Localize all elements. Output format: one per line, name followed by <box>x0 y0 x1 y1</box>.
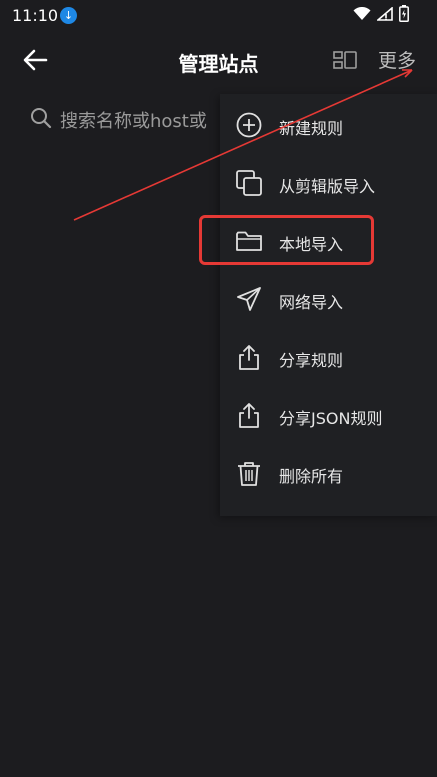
menu-item-delete-all[interactable]: 删除所有 <box>220 444 437 502</box>
menu-item-share-rule[interactable]: 分享规则 <box>220 328 437 386</box>
overflow-menu: 新建规则 从剪辑版导入 本地导入 网络导入 分享规则 分享JSON规则 删除所有 <box>220 94 437 516</box>
menu-item-label: 分享规则 <box>279 351 344 370</box>
plus-circle-icon <box>236 112 262 138</box>
search-icon <box>31 108 52 129</box>
page-title: 管理站点 <box>178 52 259 76</box>
menu-item-label: 分享JSON规则 <box>279 409 383 428</box>
download-icon: ↓ <box>60 7 77 24</box>
menu-item-label: 从剪辑版导入 <box>279 177 376 196</box>
share-icon <box>239 403 259 428</box>
status-icons <box>353 5 409 22</box>
layout-toggle-icon[interactable] <box>333 50 357 70</box>
trash-icon <box>238 462 260 486</box>
menu-item-import-clipboard[interactable]: 从剪辑版导入 <box>220 154 437 212</box>
search-field[interactable]: 搜索名称或host或 <box>24 98 234 138</box>
menu-item-label: 删除所有 <box>279 467 344 486</box>
status-bar: 11:10 ↓ <box>0 0 437 32</box>
battery-icon <box>399 5 409 22</box>
menu-item-label: 新建规则 <box>279 119 344 138</box>
menu-item-new-rule[interactable]: 新建规则 <box>220 96 437 154</box>
menu-item-share-json-rule[interactable]: 分享JSON规则 <box>220 386 437 444</box>
signal-icon <box>377 6 393 21</box>
menu-item-label: 网络导入 <box>279 293 344 312</box>
status-time: 11:10 <box>12 6 59 25</box>
copy-icon <box>236 170 262 196</box>
send-icon <box>237 287 261 311</box>
menu-item-network-import[interactable]: 网络导入 <box>220 270 437 328</box>
wifi-icon <box>353 6 371 20</box>
more-menu-button[interactable]: 更多 <box>378 46 416 73</box>
share-icon <box>239 345 259 370</box>
annotation-highlight-box <box>199 215 374 265</box>
search-input[interactable]: 搜索名称或host或 <box>60 107 207 133</box>
toolbar: 管理站点 更多 <box>0 36 437 84</box>
